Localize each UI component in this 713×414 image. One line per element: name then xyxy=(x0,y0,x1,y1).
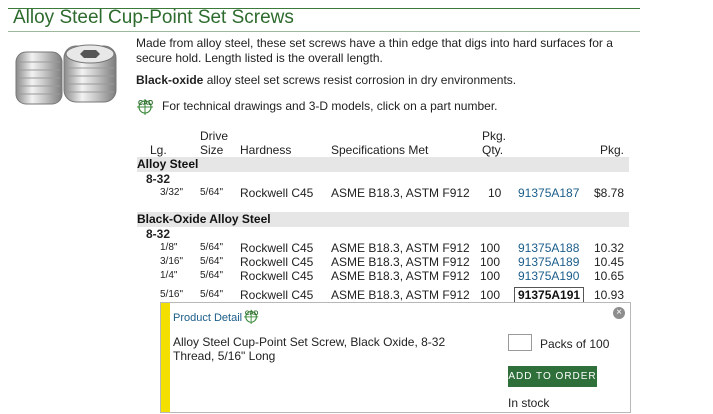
cell-price: 10.93 xyxy=(594,288,625,302)
cell-specifications: ASME B18.3, ASTM F912 xyxy=(331,255,470,269)
cell-drive-size: 5/64" xyxy=(200,270,224,281)
cell-specifications: ASME B18.3, ASTM F912 xyxy=(331,269,470,283)
table-row: 1/8" 5/64" Rockwell C45 ASME B18.3, ASTM… xyxy=(137,241,629,255)
black-oxide-text: alloy steel set screws resist corrosion … xyxy=(203,73,517,87)
section-band-alloy-steel: Alloy Steel xyxy=(137,157,629,172)
thread-size-heading: 8-32 xyxy=(146,227,171,241)
black-oxide-label: Black-oxide xyxy=(136,73,204,87)
part-number-link[interactable]: 91375A188 xyxy=(518,241,579,255)
table-row: 1/4" 5/64" Rockwell C45 ASME B18.3, ASTM… xyxy=(137,269,629,283)
detail-description: Alloy Steel Cup-Point Set Screw, Black O… xyxy=(173,335,446,363)
cad-note: CAD For technical drawings and 3-D model… xyxy=(136,97,498,115)
cell-length: 5/16" xyxy=(160,289,184,300)
cad-note-text: For technical drawings and 3-D models, c… xyxy=(162,99,498,113)
part-number-link[interactable]: 91375A187 xyxy=(518,186,579,200)
detail-accent-bar xyxy=(161,303,170,412)
packs-label: Packs of 100 xyxy=(540,337,610,351)
part-number-link[interactable]: 91375A190 xyxy=(518,269,579,283)
header-specifications: Specifications Met xyxy=(331,143,429,157)
cell-hardness: Rockwell C45 xyxy=(240,186,314,200)
header-drive-line2: Size xyxy=(200,143,224,157)
cad-icon[interactable]: CAD xyxy=(243,308,261,324)
stock-status: In stock xyxy=(508,396,550,410)
cell-specifications: ASME B18.3, ASTM F912 xyxy=(331,288,470,302)
cell-hardness: Rockwell C45 xyxy=(240,269,314,283)
add-to-order-button[interactable]: ADD TO ORDER xyxy=(508,366,597,387)
header-pkg-qty-line1: Pkg. xyxy=(482,129,507,143)
cell-pkg-qty: 100 xyxy=(480,255,501,269)
section-title: Alloy Steel xyxy=(137,157,199,171)
table-row: 3/16" 5/64" Rockwell C45 ASME B18.3, AST… xyxy=(137,255,629,269)
cell-price: $8.78 xyxy=(594,186,625,200)
cad-icon-label: CAD xyxy=(138,100,153,107)
cell-pkg-qty: 100 xyxy=(480,241,501,255)
table-row-selected: 5/16" 5/64" Rockwell C45 ASME B18.3, AST… xyxy=(137,287,629,303)
cell-drive-size: 5/64" xyxy=(200,187,224,198)
section-title: Black-Oxide Alloy Steel xyxy=(137,212,271,226)
cad-icon: CAD xyxy=(137,99,153,115)
header-length: Lg. xyxy=(150,143,167,157)
section-band-black-oxide: Black-Oxide Alloy Steel xyxy=(137,212,629,227)
black-oxide-note: Black-oxide alloy steel set screws resis… xyxy=(136,73,636,88)
header-drive-line1: Drive xyxy=(200,129,229,143)
header-pkg-qty-line2: Qty. xyxy=(482,143,504,157)
header-pkg-price: Pkg. xyxy=(600,143,625,157)
cell-length: 1/8" xyxy=(160,242,178,253)
selected-part-number[interactable]: 91375A191 xyxy=(514,287,585,303)
set-screw-image xyxy=(15,44,117,105)
cad-icon-label: CAD xyxy=(245,310,259,317)
part-number-link[interactable]: 91375A189 xyxy=(518,255,579,269)
cell-length: 1/4" xyxy=(160,270,178,281)
cell-drive-size: 5/64" xyxy=(200,256,224,267)
page-title: Alloy Steel Cup-Point Set Screws xyxy=(13,7,294,28)
thread-size-heading: 8-32 xyxy=(146,172,171,186)
table-row: 3/32" 5/64" Rockwell C45 ASME B18.3, AST… xyxy=(137,186,629,200)
cell-specifications: ASME B18.3, ASTM F912 xyxy=(331,186,470,200)
cell-pkg-qty: 100 xyxy=(480,269,501,283)
cell-length: 3/32" xyxy=(160,187,184,198)
cell-hardness: Rockwell C45 xyxy=(240,255,314,269)
cell-drive-size: 5/64" xyxy=(200,289,224,300)
cell-price: 10.65 xyxy=(594,269,625,283)
product-detail-link[interactable]: Product Detail xyxy=(173,312,242,324)
product-detail-panel: Product Detail CAD × Alloy Steel Cup-Poi… xyxy=(160,302,631,413)
quantity-input[interactable] xyxy=(508,334,532,351)
product-description: Made from alloy steel, these set screws … xyxy=(136,36,613,65)
cell-price: 10.32 xyxy=(594,241,625,255)
cell-length: 3/16" xyxy=(160,256,184,267)
title-divider xyxy=(8,31,640,32)
cell-price: 10.45 xyxy=(594,255,625,269)
cell-hardness: Rockwell C45 xyxy=(240,288,314,302)
cell-pkg-qty: 100 xyxy=(480,288,501,302)
cell-drive-size: 5/64" xyxy=(200,242,224,253)
cell-specifications: ASME B18.3, ASTM F912 xyxy=(331,241,470,255)
cell-pkg-qty: 10 xyxy=(488,186,502,200)
header-hardness: Hardness xyxy=(240,143,292,157)
close-icon[interactable]: × xyxy=(613,307,625,319)
cell-hardness: Rockwell C45 xyxy=(240,241,314,255)
